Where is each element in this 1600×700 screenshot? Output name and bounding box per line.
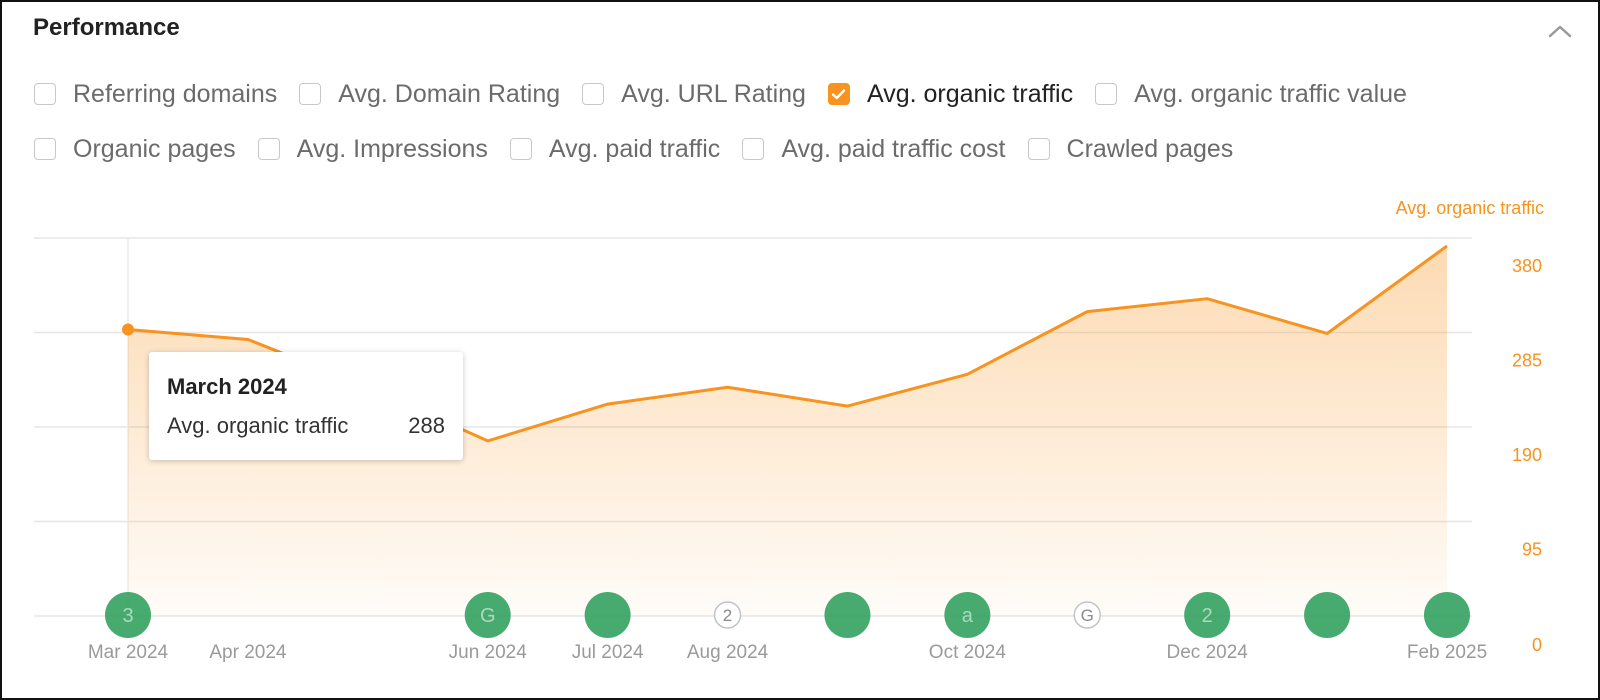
performance-chart: Avg. organic traffic 0 95 190 285 380 3 G 2 a G 2… (34, 198, 1544, 663)
event-marker[interactable]: 3 (105, 592, 151, 638)
tooltip-row: Avg. organic traffic 288 (167, 413, 445, 439)
y-tick-label: 190 (1512, 445, 1542, 465)
tooltip-metric-label: Avg. organic traffic (167, 413, 349, 438)
x-tick-label: Aug 2024 (687, 642, 769, 663)
event-marker-badge (1424, 592, 1470, 638)
x-tick-label: Feb 2025 (1407, 642, 1487, 663)
event-marker-badge (584, 592, 631, 638)
event-marker-label: a (962, 605, 974, 627)
highlight-point[interactable] (122, 323, 134, 336)
x-tick-label: Mar 2024 (88, 642, 169, 663)
x-tick-label: Oct 2024 (929, 642, 1007, 663)
event-marker[interactable] (1424, 592, 1470, 638)
y-axis: 0 95 190 285 380 (1512, 256, 1542, 655)
event-marker-badge (824, 592, 871, 638)
chart-tooltip: March 2024 Avg. organic traffic 288 (149, 352, 463, 460)
event-marker[interactable]: 2 (1184, 592, 1231, 638)
event-marker[interactable] (824, 592, 871, 638)
y-tick-label: 95 (1522, 540, 1542, 560)
event-marker[interactable]: G (464, 592, 511, 638)
y-axis-title: Avg. organic traffic (1396, 198, 1544, 218)
event-marker[interactable]: G (1073, 601, 1102, 629)
y-tick-label: 380 (1512, 256, 1542, 276)
event-marker[interactable] (584, 592, 631, 638)
event-marker[interactable] (1304, 592, 1351, 638)
event-marker-label: 2 (723, 606, 732, 625)
event-marker[interactable]: 2 (713, 601, 742, 629)
event-marker-badge (1304, 592, 1351, 638)
x-tick-label: Apr 2024 (209, 642, 287, 663)
event-marker[interactable]: a (944, 592, 991, 638)
event-marker-label: 3 (122, 605, 133, 627)
y-tick-label: 285 (1512, 351, 1542, 371)
event-marker-label: 2 (1202, 605, 1213, 627)
x-tick-label: Jun 2024 (449, 642, 528, 663)
event-marker-label: G (1081, 606, 1094, 625)
performance-panel: Performance Referring domains Avg. Domain… (0, 0, 1600, 700)
event-marker-label: G (480, 605, 496, 627)
x-tick-label: Jul 2024 (572, 642, 644, 663)
x-tick-label: Dec 2024 (1167, 642, 1249, 663)
x-axis: Mar 2024 Apr 2024 Jun 2024 Jul 2024 Aug 2024… (88, 642, 1487, 663)
y-tick-label: 0 (1532, 635, 1542, 655)
tooltip-metric-value: 288 (408, 413, 445, 438)
tooltip-title: March 2024 (167, 374, 287, 399)
